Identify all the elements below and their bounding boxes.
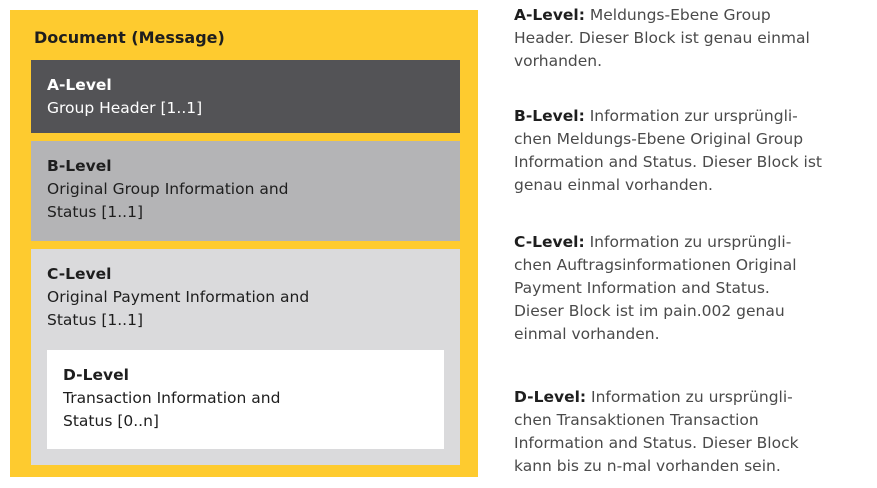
explanation-a-line3: vorhanden. — [514, 52, 603, 70]
explanation-c-key: C-Level: — [514, 233, 585, 251]
explanation-b-line4: genau einmal vorhanden. — [514, 176, 713, 194]
explanation-c-line4: Dieser Block ist im pain.002 genau — [514, 302, 785, 320]
explanation-d-line3: Information and Status. Dieser Block — [514, 434, 799, 452]
c-level-block: C-Level Original Payment Information and… — [31, 249, 460, 465]
c-level-desc-line2: Status [1..1] — [47, 311, 143, 329]
explanation-a-line1: Meldungs-Ebene Group — [584, 6, 771, 24]
d-level-block: D-Level Transaction Information and Stat… — [47, 350, 444, 449]
a-level-block: A-Level Group Header [1..1] — [31, 60, 460, 133]
explanation-c-line2: chen Auftragsinformationen Original — [514, 256, 797, 274]
document-frame: Document (Message) A-Level Group Header … — [10, 10, 478, 477]
c-level-label: C-Level — [47, 265, 112, 283]
explanation-c-level: C-Level: Information zu ursprüngli- chen… — [514, 231, 876, 346]
explanation-c-line3: Payment Information and Status. — [514, 279, 770, 297]
explanation-d-line4: kann bis zu n-mal vorhanden sein. — [514, 457, 781, 475]
explanation-d-level: D-Level: Information zu ursprüngli- chen… — [514, 386, 876, 478]
d-level-desc-line2: Status [0..n] — [63, 412, 159, 430]
explanation-b-line1: Information zur ursprüngli- — [584, 107, 798, 125]
a-level-desc: Group Header [1..1] — [47, 99, 203, 117]
c-level-desc-line1: Original Payment Information and — [47, 288, 310, 306]
explanation-d-key: D-Level: — [514, 388, 587, 406]
explanation-b-line2: chen Meldungs-Ebene Original Group — [514, 130, 804, 148]
explanation-panel: A-Level: Meldungs-Ebene Group Header. Di… — [514, 0, 876, 488]
a-level-label: A-Level — [47, 76, 112, 94]
document-title: Document (Message) — [34, 28, 225, 47]
d-level-label: D-Level — [63, 366, 129, 384]
explanation-b-level: B-Level: Information zur ursprüngli- che… — [514, 105, 876, 197]
explanation-c-line1: Information zu ursprüngli- — [584, 233, 792, 251]
b-level-desc-line1: Original Group Information and — [47, 180, 289, 198]
explanation-b-line3: Information and Status. Dieser Block ist — [514, 153, 822, 171]
explanation-d-line1: Information zu ursprüngli- — [586, 388, 793, 406]
b-level-block: B-Level Original Group Information and S… — [31, 141, 460, 241]
b-level-label: B-Level — [47, 157, 112, 175]
explanation-d-line2: chen Transaktionen Transaction — [514, 411, 759, 429]
d-level-desc-line1: Transaction Information and — [63, 389, 281, 407]
explanation-a-key: A-Level: — [514, 6, 585, 24]
explanation-a-line2: Header. Dieser Block ist genau einmal — [514, 29, 810, 47]
explanation-a-level: A-Level: Meldungs-Ebene Group Header. Di… — [514, 4, 876, 73]
explanation-b-key: B-Level: — [514, 107, 585, 125]
explanation-c-line5: einmal vorhanden. — [514, 325, 660, 343]
b-level-desc-line2: Status [1..1] — [47, 203, 143, 221]
